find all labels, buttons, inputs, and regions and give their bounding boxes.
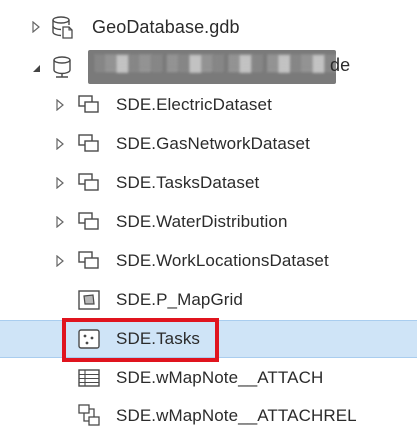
tree-item-tasks-dataset[interactable]: SDE.TasksDataset: [0, 164, 417, 202]
expand-arrow-icon[interactable]: [54, 99, 66, 111]
catalog-tree: GeoDatabase.gdb ░▒▓░▒░ ▒░▓▒░ ▒▓░ ▒▓░▒▓░▒…: [0, 0, 417, 426]
feature-dataset-icon: [76, 248, 102, 274]
polygon-feature-class-icon: [76, 287, 102, 313]
tree-item-work-locations-dataset[interactable]: SDE.WorkLocationsDataset: [0, 242, 417, 280]
tree-item-label: SDE.wMapNote__ATTACHREL: [116, 406, 357, 425]
tree-item-water-distribution[interactable]: SDE.WaterDistribution: [0, 203, 417, 241]
tree-item-label: SDE.wMapNote__ATTACH: [116, 368, 324, 387]
expand-arrow-icon[interactable]: [54, 177, 66, 189]
tree-item-tasks[interactable]: SDE.Tasks: [0, 320, 417, 358]
tree-item-label: SDE.ElectricDataset: [116, 95, 272, 114]
expand-arrow-icon[interactable]: [30, 21, 42, 33]
redacted-connection-name: ░▒▓░▒░ ▒░▓▒░ ▒▓░ ▒▓░▒▓░▒: [88, 50, 336, 84]
tree-item-wmapnote-attachrel[interactable]: SDE.wMapNote__ATTACHREL: [0, 397, 417, 435]
expand-arrow-icon[interactable]: [54, 255, 66, 267]
table-icon: [76, 365, 102, 391]
relationship-class-icon: [76, 402, 102, 428]
tree-item-label: GeoDatabase.gdb: [92, 17, 240, 37]
redacted-text: ░▒▓░▒░ ▒░▓▒░ ▒▓░ ▒▓░▒▓░▒: [94, 55, 336, 72]
tree-item-label: SDE.Tasks: [116, 329, 201, 348]
tree-item-geodatabase-gdb[interactable]: GeoDatabase.gdb: [0, 8, 417, 46]
expand-arrow-icon[interactable]: [54, 216, 66, 228]
tree-item-label: SDE.GasNetworkDataset: [116, 134, 310, 153]
tree-item-electric-dataset[interactable]: SDE.ElectricDataset: [0, 86, 417, 124]
expand-arrow-icon[interactable]: [54, 138, 66, 150]
tree-item-p-mapgrid[interactable]: SDE.P_MapGrid: [0, 281, 417, 319]
feature-dataset-icon: [76, 131, 102, 157]
tree-item-gas-network-dataset[interactable]: SDE.GasNetworkDataset: [0, 125, 417, 163]
collapse-arrow-icon[interactable]: [30, 62, 42, 74]
tree-item-label: SDE.P_MapGrid: [116, 290, 243, 309]
connection-name-suffix: de: [330, 55, 351, 75]
feature-dataset-icon: [76, 209, 102, 235]
point-feature-class-icon: [76, 326, 102, 352]
file-geodatabase-icon: [50, 14, 76, 40]
tree-item-label: SDE.TasksDataset: [116, 173, 260, 192]
tree-item-label: SDE.WorkLocationsDataset: [116, 251, 329, 270]
feature-dataset-icon: [76, 170, 102, 196]
enterprise-geodatabase-icon: [50, 54, 76, 80]
tree-item-label: SDE.WaterDistribution: [116, 212, 288, 231]
feature-dataset-icon: [76, 92, 102, 118]
tree-item-wmapnote-attach[interactable]: SDE.wMapNote__ATTACH: [0, 359, 417, 397]
